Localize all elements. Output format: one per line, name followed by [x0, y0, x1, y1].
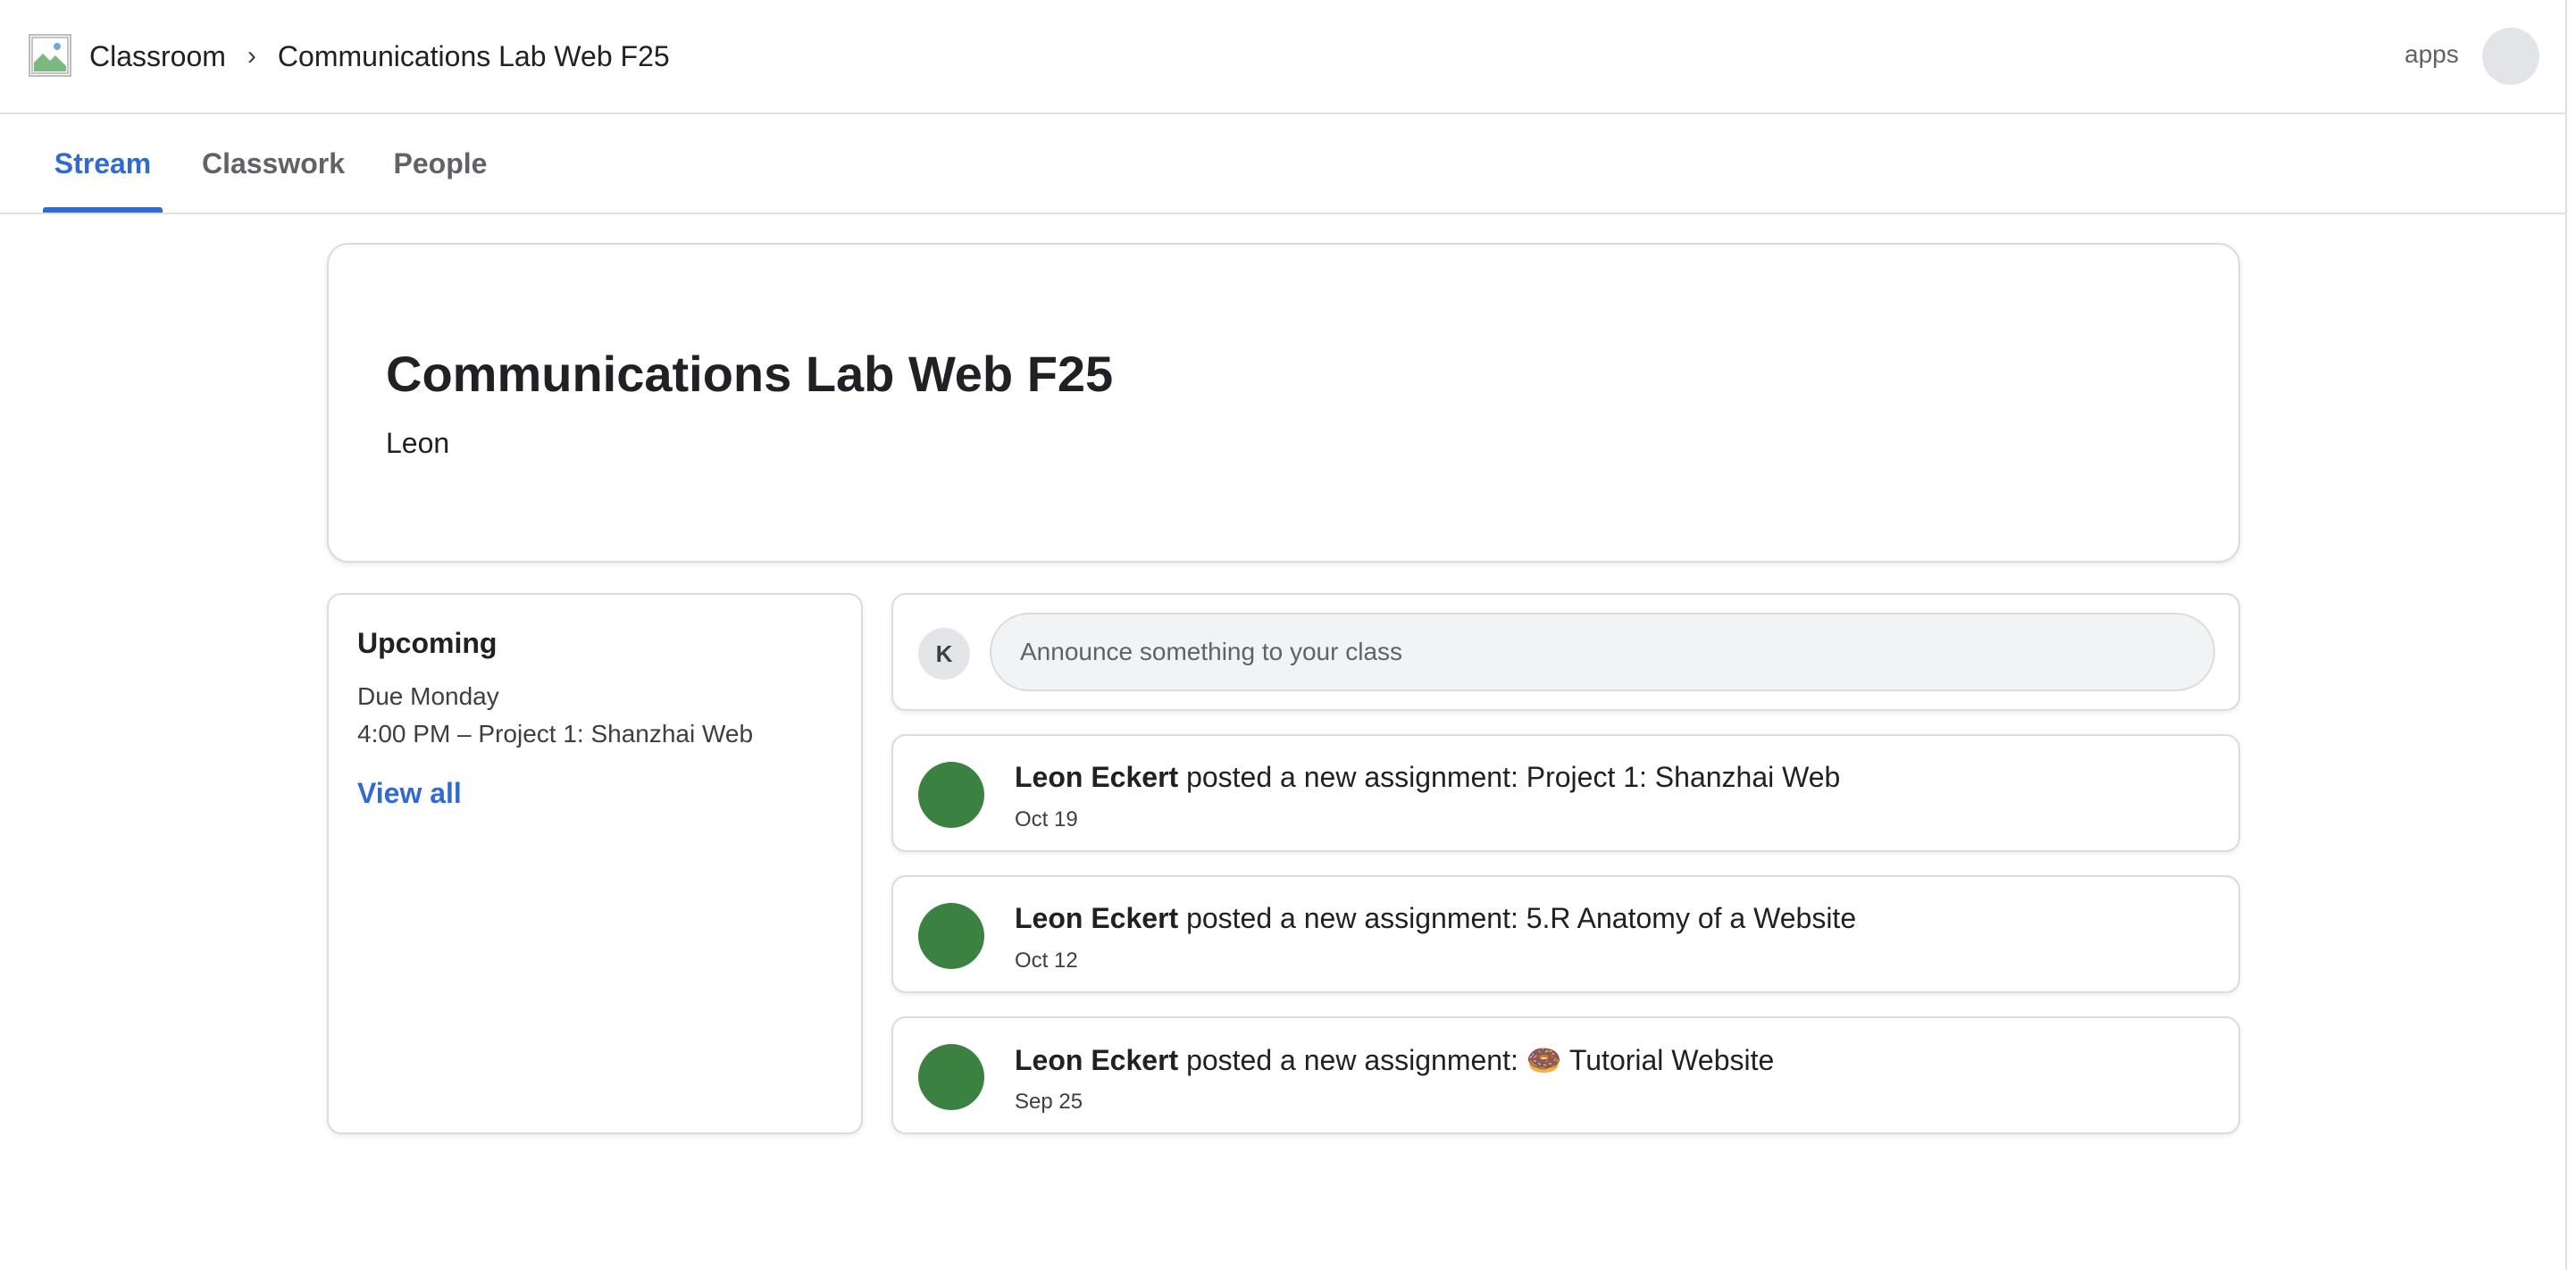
tab-bar: Stream Classwork People	[0, 114, 2565, 214]
post-description: posted a new assignment: 🍩 Tutorial Webs…	[1178, 1044, 1775, 1076]
post-text: Leon Eckert posted a new assignment: 🍩 T…	[1015, 1043, 1774, 1077]
announce-input[interactable]	[990, 613, 2215, 691]
author-avatar	[918, 903, 984, 969]
account-avatar[interactable]	[2482, 28, 2539, 85]
class-title: Communications Lab Web F25	[386, 346, 1114, 402]
post-date: Oct 12	[1015, 948, 1078, 973]
post-text: Leon Eckert posted a new assignment: Pro…	[1015, 761, 1840, 794]
post-author: Leon Eckert	[1015, 902, 1179, 934]
breadcrumb-separator-icon: ›	[247, 41, 256, 71]
author-avatar	[918, 1044, 984, 1110]
post-date: Sep 25	[1015, 1090, 1083, 1114]
post-text: Leon Eckert posted a new assignment: 5.R…	[1015, 902, 1856, 935]
apps-button[interactable]: apps	[2405, 40, 2459, 69]
post-description: posted a new assignment: 5.R Anatomy of …	[1178, 902, 1857, 934]
post-author: Leon Eckert	[1015, 1044, 1179, 1076]
announce-card: K	[891, 593, 2240, 711]
class-banner: Communications Lab Web F25 Leon	[327, 243, 2240, 563]
upcoming-title: Upcoming	[357, 627, 498, 659]
stream-post[interactable]: Leon Eckert posted a new assignment: Pro…	[891, 734, 2240, 852]
post-date: Oct 19	[1015, 807, 1078, 831]
broken-image-icon	[31, 37, 69, 74]
upcoming-due-label: Due Monday	[357, 682, 499, 710]
post-description: posted a new assignment: Project 1: Shan…	[1178, 761, 1841, 793]
stream-post[interactable]: Leon Eckert posted a new assignment: 5.R…	[891, 875, 2240, 993]
user-avatar: K	[918, 628, 970, 680]
post-author: Leon Eckert	[1015, 761, 1179, 793]
breadcrumb: Classroom › Communications Lab Web F25	[89, 36, 670, 77]
top-bar: Classroom › Communications Lab Web F25 a…	[0, 0, 2565, 114]
author-avatar	[918, 762, 984, 828]
tab-stream[interactable]: Stream	[43, 114, 163, 213]
view-all-link[interactable]: View all	[357, 777, 462, 810]
stream-post[interactable]: Leon Eckert posted a new assignment: 🍩 T…	[891, 1016, 2240, 1134]
upcoming-item[interactable]: 4:00 PM – Project 1: Shanzhai Web	[357, 720, 753, 748]
class-teacher: Leon	[386, 427, 450, 459]
tab-classwork[interactable]: Classwork	[193, 114, 354, 213]
active-tab-indicator	[43, 207, 163, 213]
tab-people[interactable]: People	[382, 114, 498, 213]
broken-logo-image[interactable]	[29, 34, 71, 77]
breadcrumb-current-class: Communications Lab Web F25	[277, 39, 670, 72]
upcoming-card: Upcoming Due Monday 4:00 PM – Project 1:…	[327, 593, 863, 1134]
classroom-stream-page: Classroom › Communications Lab Web F25 a…	[0, 0, 2576, 1270]
breadcrumb-classroom-link[interactable]: Classroom	[89, 40, 226, 73]
scrollbar[interactable]	[2565, 0, 2576, 1270]
